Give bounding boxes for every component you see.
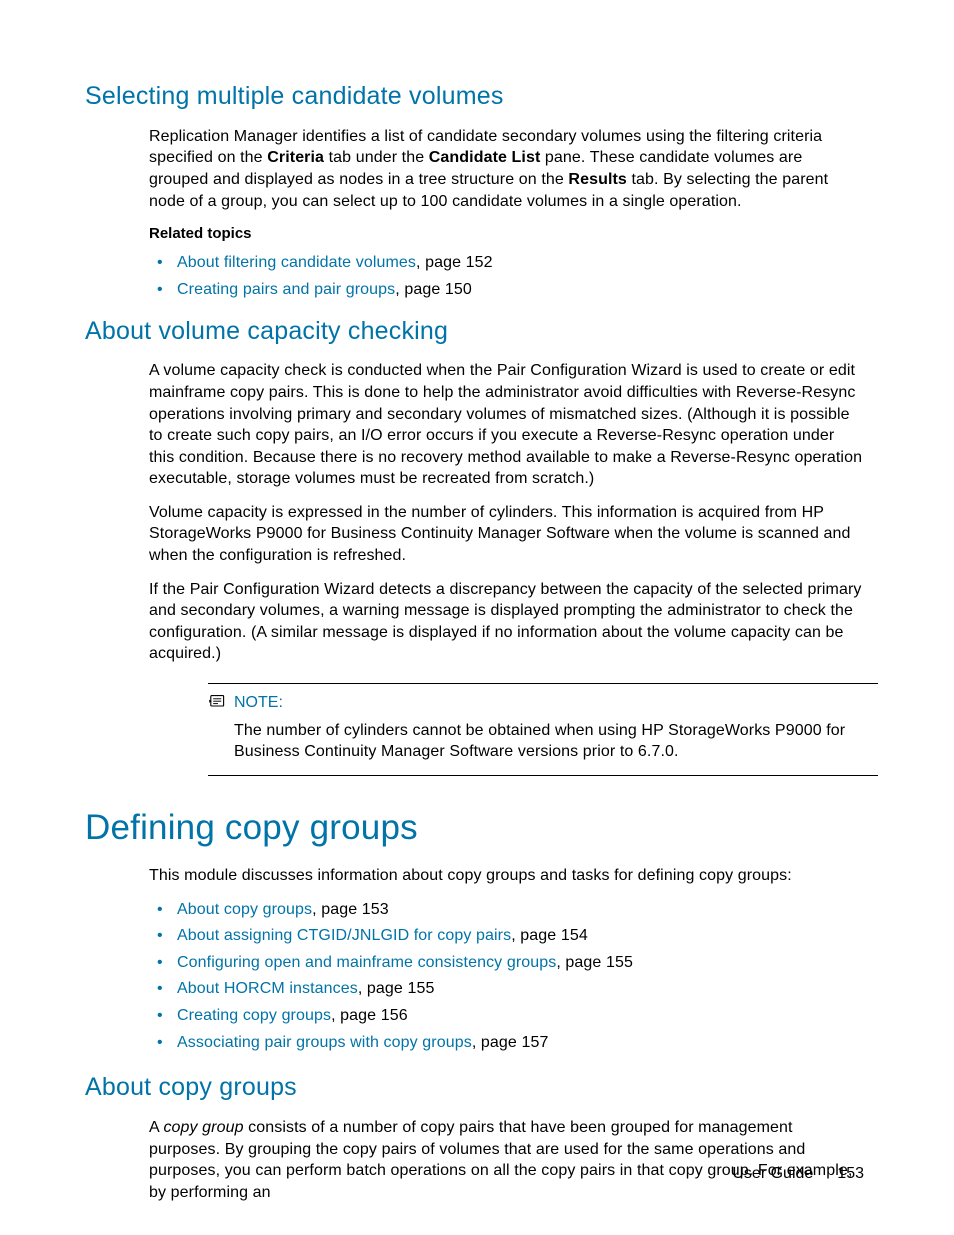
page-ref: , page 150: [395, 281, 472, 298]
page-footer: User Guide 153: [732, 1163, 864, 1185]
link-creating-copy-groups[interactable]: Creating copy groups: [177, 1007, 331, 1024]
section2-body: A volume capacity check is conducted whe…: [149, 360, 864, 665]
section1-para1: Replication Manager identifies a list of…: [149, 126, 864, 212]
note-block: NOTE: The number of cylinders cannot be …: [208, 683, 864, 776]
link-about-filtering[interactable]: About filtering candidate volumes: [177, 254, 416, 271]
page-ref: , page 155: [358, 980, 435, 997]
note-icon: [208, 694, 228, 710]
list-item: Associating pair groups with copy groups…: [149, 1032, 864, 1054]
divider: [208, 775, 878, 776]
candidate-list-label: Candidate List: [429, 149, 541, 166]
heading-about-copy-groups: About copy groups: [85, 1071, 864, 1105]
list-item: About assigning CTGID/JNLGID for copy pa…: [149, 925, 864, 947]
page-ref: , page 156: [331, 1007, 408, 1024]
section2-para3: If the Pair Configuration Wizard detects…: [149, 579, 864, 665]
note-label: NOTE:: [234, 692, 283, 714]
related-topics-list: About filtering candidate volumes, page …: [149, 252, 864, 300]
note-body: The number of cylinders cannot be obtain…: [234, 720, 864, 763]
section2-para2: Volume capacity is expressed in the numb…: [149, 502, 864, 567]
link-creating-pairs[interactable]: Creating pairs and pair groups: [177, 281, 395, 298]
page-ref: , page 155: [556, 954, 633, 971]
list-item: About filtering candidate volumes, page …: [149, 252, 864, 274]
link-horcm-instances[interactable]: About HORCM instances: [177, 980, 358, 997]
link-assigning-ctgid[interactable]: About assigning CTGID/JNLGID for copy pa…: [177, 927, 511, 944]
text-run: consists of a number of copy pairs that …: [149, 1119, 852, 1201]
section4-body: A copy group consists of a number of cop…: [149, 1117, 864, 1203]
list-item: About copy groups, page 153: [149, 899, 864, 921]
results-label: Results: [568, 171, 627, 188]
text-run: tab under the: [324, 149, 429, 166]
note-header: NOTE:: [208, 692, 864, 714]
list-item: About HORCM instances, page 155: [149, 978, 864, 1000]
link-configuring-consistency[interactable]: Configuring open and mainframe consisten…: [177, 954, 556, 971]
list-item: Configuring open and mainframe consisten…: [149, 952, 864, 974]
link-associating-pair-groups[interactable]: Associating pair groups with copy groups: [177, 1034, 472, 1051]
page-ref: , page 154: [511, 927, 588, 944]
list-item: Creating copy groups, page 156: [149, 1005, 864, 1027]
term-copy-group: copy group: [163, 1119, 243, 1136]
doc-title: User Guide: [732, 1165, 813, 1182]
heading-selecting-multiple: Selecting multiple candidate volumes: [85, 80, 864, 114]
page-ref: , page 157: [472, 1034, 549, 1051]
heading-volume-capacity: About volume capacity checking: [85, 315, 864, 349]
heading-defining-copy-groups: Defining copy groups: [85, 804, 864, 851]
list-item: Creating pairs and pair groups, page 150: [149, 279, 864, 301]
text-run: A: [149, 1119, 163, 1136]
page-ref: , page 153: [312, 901, 389, 918]
section4-para1: A copy group consists of a number of cop…: [149, 1117, 864, 1203]
section2-para1: A volume capacity check is conducted whe…: [149, 360, 864, 490]
criteria-label: Criteria: [267, 149, 324, 166]
page-ref: , page 152: [416, 254, 493, 271]
section3-topics-list: About copy groups, page 153 About assign…: [149, 899, 864, 1054]
related-topics-label: Related topics: [149, 224, 864, 244]
section3-intro: This module discusses information about …: [149, 865, 864, 887]
page-number: 153: [837, 1165, 864, 1182]
link-about-copy-groups[interactable]: About copy groups: [177, 901, 312, 918]
section3-body: This module discusses information about …: [149, 865, 864, 1053]
section1-body: Replication Manager identifies a list of…: [149, 126, 864, 301]
divider: [208, 683, 878, 684]
page: Selecting multiple candidate volumes Rep…: [0, 0, 954, 1235]
